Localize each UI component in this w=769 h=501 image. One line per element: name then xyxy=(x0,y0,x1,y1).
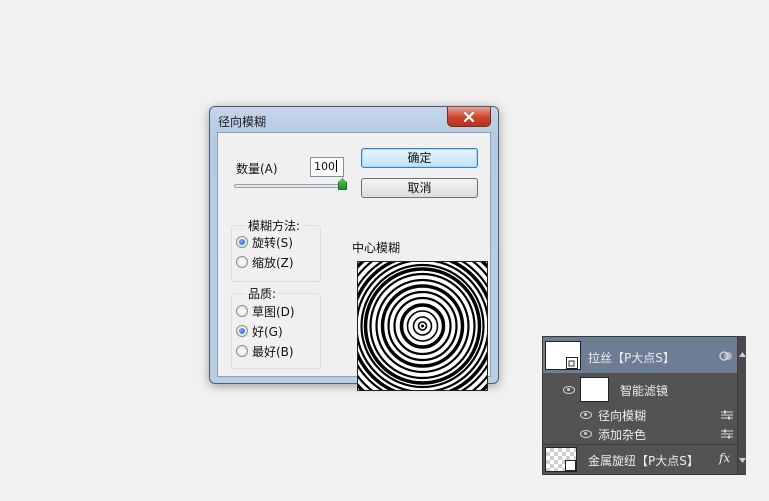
layer-row-smart-filters[interactable]: 智能滤镜 xyxy=(543,374,737,406)
eye-icon[interactable] xyxy=(580,430,592,438)
radial-blur-dialog: 径向模糊 数量(A) 100 确定 取消 模糊方法: 旋转(S) 缩放(Z) 品… xyxy=(209,106,499,391)
smart-object-icon xyxy=(566,357,578,369)
radio-best-label[interactable]: 最好(B) xyxy=(252,343,294,360)
scroll-up-icon[interactable] xyxy=(739,351,746,358)
layers-scrollbar[interactable] xyxy=(737,337,746,474)
fx-icon[interactable]: fx xyxy=(719,451,730,465)
amount-slider-track[interactable] xyxy=(234,184,342,188)
blur-center-preview[interactable] xyxy=(357,261,488,391)
layer-name: 金属旋纽【P大点S】 xyxy=(588,454,699,468)
radio-good-label[interactable]: 好(G) xyxy=(252,323,283,340)
dialog-title: 径向模糊 xyxy=(218,115,267,129)
layers-panel: 拉丝【P大点S】 智能滤镜 径向模糊 添加杂色 金属旋纽【P大点S】 fx xyxy=(542,336,746,475)
radio-spin-label[interactable]: 旋转(S) xyxy=(252,234,293,251)
filter-name: 径向模糊 xyxy=(598,409,647,423)
radial-pattern-preview xyxy=(358,262,487,390)
filter-badge-icon[interactable] xyxy=(719,351,733,361)
filter-name: 添加杂色 xyxy=(598,428,647,442)
radio-draft-label[interactable]: 草图(D) xyxy=(252,303,295,320)
ok-button[interactable]: 确定 xyxy=(361,148,478,168)
radio-zoom[interactable] xyxy=(236,256,248,268)
amount-value: 100 xyxy=(314,160,335,173)
layer-row-add-noise[interactable]: 添加杂色 xyxy=(543,425,737,444)
layer-row-radial-blur[interactable]: 径向模糊 xyxy=(543,406,737,425)
filter-mask-thumbnail xyxy=(580,377,609,402)
radio-zoom-label[interactable]: 缩放(Z) xyxy=(252,254,294,271)
blur-center-label: 中心模糊 xyxy=(352,241,401,255)
dialog-client: 数量(A) 100 确定 取消 模糊方法: 旋转(S) 缩放(Z) 品质: 草图… xyxy=(217,132,491,391)
eye-icon[interactable] xyxy=(563,386,575,394)
amount-input[interactable]: 100 xyxy=(310,157,344,177)
blending-options-icon[interactable] xyxy=(721,410,733,420)
radio-spin[interactable] xyxy=(236,236,248,248)
amount-label: 数量(A) xyxy=(236,162,278,176)
eye-icon[interactable] xyxy=(580,411,592,419)
cancel-button[interactable]: 取消 xyxy=(361,178,478,198)
smart-filters-label: 智能滤镜 xyxy=(620,384,669,398)
close-icon xyxy=(463,111,475,122)
radio-best[interactable] xyxy=(236,345,248,357)
quality-legend: 品质: xyxy=(246,285,279,302)
smart-object-icon xyxy=(565,460,576,471)
layer-name: 拉丝【P大点S】 xyxy=(588,351,675,365)
radio-draft[interactable] xyxy=(236,305,248,317)
blur-method-legend: 模糊方法: xyxy=(246,217,303,234)
amount-slider-thumb[interactable] xyxy=(338,178,347,190)
layer-row-brushed[interactable]: 拉丝【P大点S】 xyxy=(543,337,737,373)
scroll-down-icon[interactable] xyxy=(739,457,746,464)
radio-good[interactable] xyxy=(236,325,248,337)
layer-row-metal-knob[interactable]: 金属旋纽【P大点S】 fx xyxy=(543,445,737,474)
center-dot xyxy=(421,324,424,328)
blending-options-icon[interactable] xyxy=(721,429,733,439)
close-button[interactable] xyxy=(447,107,491,127)
